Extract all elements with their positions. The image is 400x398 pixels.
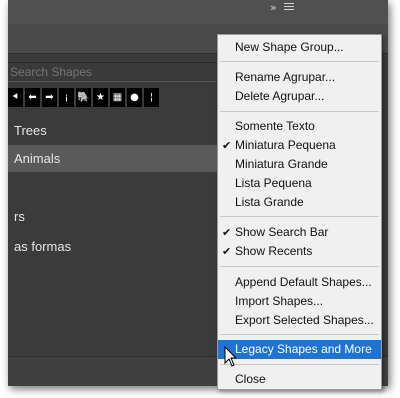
menu-label: Delete Agrupar... xyxy=(235,89,325,103)
menu-text-only[interactable]: Somente Texto xyxy=(218,117,381,136)
menu-label: Show Recents xyxy=(235,244,313,258)
menu-label: New Shape Group... xyxy=(235,40,344,54)
shape-group-blank[interactable] xyxy=(8,173,218,200)
menu-legacy-shapes[interactable]: Legacy Shapes and More xyxy=(218,340,381,359)
recent-shape-7[interactable]: ● xyxy=(127,88,142,107)
shape-group-trees[interactable]: Trees xyxy=(8,117,218,144)
panel-options-menu: New Shape Group... Rename Agrupar... Del… xyxy=(217,34,382,390)
search-input-field[interactable] xyxy=(8,65,208,79)
menu-separator xyxy=(220,266,379,267)
menu-separator xyxy=(220,61,379,62)
menu-large-thumbnail[interactable]: Miniatura Grande xyxy=(218,155,381,174)
check-icon: ✔ xyxy=(222,139,232,152)
menu-small-list[interactable]: Lista Pequena xyxy=(218,174,381,193)
menu-show-recents[interactable]: ✔ Show Recents xyxy=(218,242,381,261)
check-icon: ✔ xyxy=(222,245,232,258)
mouse-pointer-icon xyxy=(224,346,238,367)
recent-shape-0[interactable]: ⯇ xyxy=(8,88,23,107)
menu-separator xyxy=(220,364,379,365)
menu-label: Lista Pequena xyxy=(235,176,312,190)
recent-shape-2[interactable]: ➡ xyxy=(42,88,57,107)
menu-separator xyxy=(220,111,379,112)
menu-small-thumbnail[interactable]: ✔ Miniatura Pequena xyxy=(218,136,381,155)
collapse-icon[interactable]: » xyxy=(270,1,277,14)
recent-shape-6[interactable]: ▦ xyxy=(110,88,125,107)
recent-shape-5[interactable]: ★ xyxy=(93,88,108,107)
menu-rename-group[interactable]: Rename Agrupar... xyxy=(218,68,381,87)
shape-group-animals[interactable]: Animals xyxy=(8,145,218,172)
menu-separator xyxy=(220,216,379,217)
menu-label: Lista Grande xyxy=(235,195,304,209)
menu-import-shapes[interactable]: Import Shapes... xyxy=(218,292,381,311)
menu-delete-group[interactable]: Delete Agrupar... xyxy=(218,87,381,106)
menu-label: Miniatura Pequena xyxy=(235,138,336,152)
menu-label: Legacy Shapes and More xyxy=(235,342,372,356)
shape-group-partial-2[interactable]: as formas xyxy=(8,233,218,260)
menu-label: Export Selected Shapes... xyxy=(235,313,374,327)
check-icon: ✔ xyxy=(222,226,232,239)
menu-show-search-bar[interactable]: ✔ Show Search Bar xyxy=(218,223,381,242)
menu-label: Somente Texto xyxy=(235,119,315,133)
recent-shape-8[interactable]: ¦ xyxy=(144,88,159,107)
menu-label: Miniatura Grande xyxy=(235,157,328,171)
menu-label: Rename Agrupar... xyxy=(235,70,336,84)
panel-title-bar: » xyxy=(8,0,388,24)
recent-shape-1[interactable]: ⬅ xyxy=(25,88,40,107)
menu-label: Close xyxy=(235,372,266,386)
menu-append-default-shapes[interactable]: Append Default Shapes... xyxy=(218,273,381,292)
menu-separator xyxy=(220,334,379,335)
recent-shapes-row: ⯇ ⬅ ➡ ¡ 🐘 ★ ▦ ● ¦ xyxy=(8,88,159,108)
menu-new-shape-group[interactable]: New Shape Group... xyxy=(218,38,381,57)
menu-label: Append Default Shapes... xyxy=(235,275,372,289)
panel-menu-icon[interactable] xyxy=(284,3,294,11)
menu-export-selected-shapes[interactable]: Export Selected Shapes... xyxy=(218,311,381,330)
menu-close[interactable]: Close xyxy=(218,370,381,389)
menu-label: Import Shapes... xyxy=(235,294,324,308)
menu-large-list[interactable]: Lista Grande xyxy=(218,193,381,212)
recent-shape-4[interactable]: 🐘 xyxy=(76,88,91,107)
search-input[interactable] xyxy=(8,62,216,82)
shape-group-partial-1[interactable]: rs xyxy=(8,203,218,230)
recent-shape-3[interactable]: ¡ xyxy=(59,88,74,107)
menu-label: Show Search Bar xyxy=(235,225,329,239)
